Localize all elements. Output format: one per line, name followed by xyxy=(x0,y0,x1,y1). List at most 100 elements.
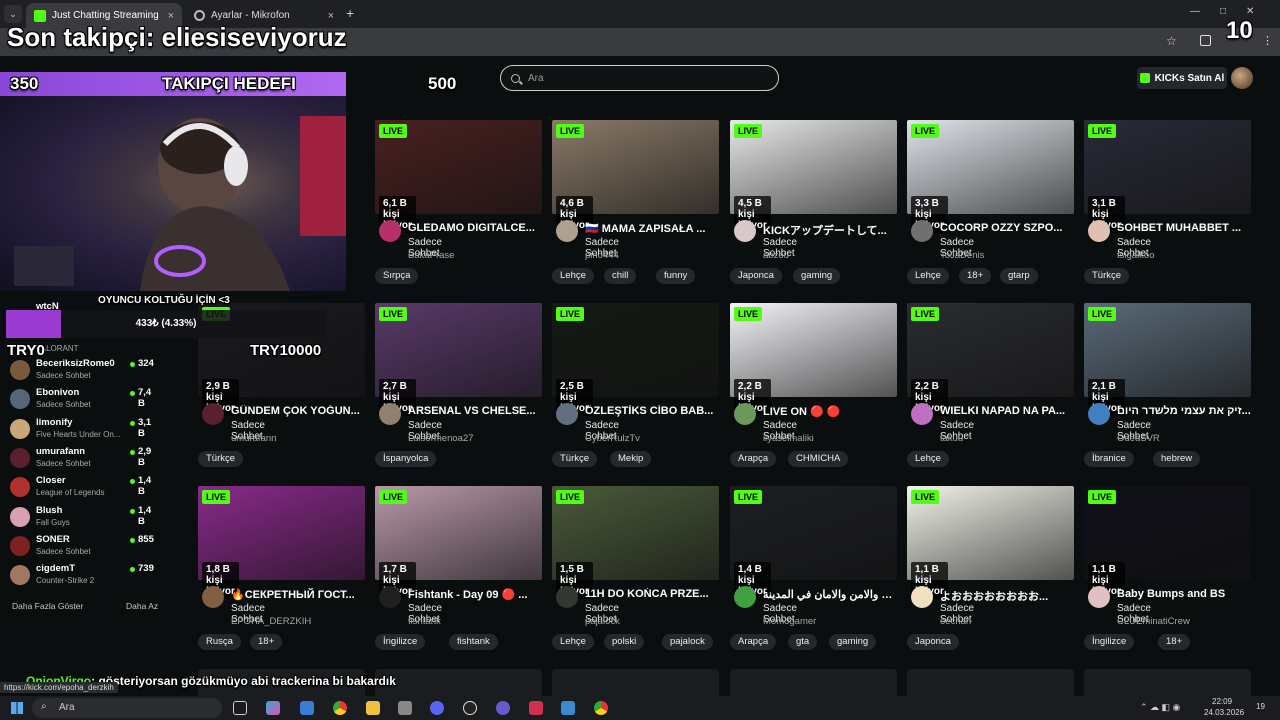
stream-tag[interactable]: Lehçe xyxy=(907,451,949,467)
channel-avatar[interactable] xyxy=(734,586,756,608)
channel-name[interactable]: ilyaselmaliki xyxy=(763,433,814,444)
explorer-icon[interactable] xyxy=(366,701,380,715)
stream-title[interactable]: WIELKI NAPAD NA PA... xyxy=(940,405,1075,417)
chrome-icon[interactable] xyxy=(333,701,347,715)
stream-title[interactable]: זיק את עצמי מלשדר היום... xyxy=(1117,405,1252,417)
channel-avatar[interactable] xyxy=(1088,403,1110,425)
stream-tag[interactable]: hebrew xyxy=(1153,451,1201,467)
stream-tag[interactable]: Lehçe xyxy=(552,634,594,650)
sidebar-channel[interactable]: Ebonivon Sadece Sohbet 7,4 B xyxy=(10,387,160,413)
sidebar-channel[interactable]: BeceriksizRome0 Sadece Sohbet 324 xyxy=(10,358,160,384)
channel-name[interactable]: pirlo444 xyxy=(585,250,619,261)
copilot-icon[interactable] xyxy=(266,701,280,715)
stream-title[interactable]: GLEDAMO DIGITALCE... xyxy=(408,222,543,234)
channel-avatar[interactable] xyxy=(734,403,756,425)
chrome-icon[interactable] xyxy=(594,701,608,715)
stream-tag[interactable]: Arapça xyxy=(730,451,777,467)
stream-title[interactable]: 11H DO KOŃCA PRZE... xyxy=(585,588,720,600)
stream-title[interactable]: ÖZLEŞTİKS CİBO BAB... xyxy=(585,405,720,417)
stream-tag[interactable]: 18+ xyxy=(959,268,992,284)
channel-name[interactable]: CLUEminatiCrew xyxy=(1117,616,1190,627)
channel-avatar[interactable] xyxy=(1088,220,1110,242)
stream-tag[interactable]: 18+ xyxy=(1158,634,1191,650)
extensions-icon[interactable] xyxy=(1200,35,1211,46)
stream-title[interactable]: COCORP OZZY SZPO... xyxy=(940,222,1075,234)
tab-close-icon[interactable]: × xyxy=(328,10,334,22)
channel-name[interactable]: tsigalkoo xyxy=(1117,250,1155,261)
channel-name[interactable]: OdedSVR xyxy=(1117,433,1160,444)
stream-tag[interactable]: gtarp xyxy=(1000,268,1038,284)
search-input[interactable]: Ara xyxy=(500,65,779,91)
channel-name[interactable]: EPOHA_DERZKIH xyxy=(231,616,311,627)
menu-icon[interactable]: ⋮ xyxy=(1262,34,1273,47)
stream-title[interactable]: よおおおおおおおお... xyxy=(940,588,1075,604)
channel-name[interactable]: BakaPrase xyxy=(408,250,454,261)
sidebar-channel[interactable]: Blush Fall Guys 1,4 B xyxy=(10,505,160,531)
stream-tag[interactable]: chill xyxy=(604,268,637,284)
tray-icons[interactable]: ⌃ ☁ ◧ ◉ xyxy=(1140,702,1180,713)
star-icon[interactable]: ☆ xyxy=(1166,34,1177,48)
task-view-icon[interactable] xyxy=(233,701,247,715)
obs-icon[interactable] xyxy=(463,701,477,715)
channel-name[interactable]: abzou xyxy=(763,250,789,261)
new-tab-button[interactable]: + xyxy=(346,5,354,21)
channel-avatar[interactable] xyxy=(911,586,933,608)
channel-avatar[interactable] xyxy=(556,220,578,242)
channel-name[interactable]: ToJaDenis xyxy=(940,250,984,261)
sidebar-channel[interactable]: limonify Five Hearts Under On... 3,1 B xyxy=(10,417,160,443)
sidebar-channel[interactable]: umurafann Sadece Sohbet 2,9 B xyxy=(10,446,160,472)
stream-tag[interactable]: CHMICHA xyxy=(788,451,849,467)
app-icon[interactable] xyxy=(398,701,412,715)
channel-avatar[interactable] xyxy=(202,586,224,608)
sidebar-channel[interactable]: cigdemT Counter-Strike 2 739 xyxy=(10,563,160,589)
stream-title[interactable]: GÜNDEM ÇOK YOĞUN... xyxy=(231,405,366,417)
taskbar-search[interactable]: ⌕ Ara xyxy=(32,698,222,718)
tab-search-button[interactable]: ⌄ xyxy=(4,5,22,23)
buy-kicks-button[interactable]: KICKs Satın Al xyxy=(1137,67,1227,89)
stream-title[interactable]: Baby Bumps and BS xyxy=(1117,588,1252,600)
stream-title[interactable]: ARSENAL VS CHELSE... xyxy=(408,405,543,417)
stream-title[interactable]: Fishtank - Day 09 🔴 ... xyxy=(408,588,543,601)
sidebar-channel[interactable]: Closer League of Legends 1,4 B xyxy=(10,475,160,501)
stream-tag[interactable]: 18+ xyxy=(250,634,283,650)
app-icon[interactable] xyxy=(561,701,575,715)
user-avatar[interactable] xyxy=(1231,67,1253,89)
stream-tag[interactable]: Lehçe xyxy=(552,268,594,284)
stream-tag[interactable]: Japonca xyxy=(730,268,782,284)
channel-avatar[interactable] xyxy=(379,220,401,242)
channel-avatar[interactable] xyxy=(911,220,933,242)
clock-time[interactable]: 22:09 xyxy=(1212,697,1232,706)
stream-tag[interactable]: Türkçe xyxy=(552,451,598,467)
stream-tag[interactable]: Rusça xyxy=(198,634,241,650)
channel-name[interactable]: takuu xyxy=(940,433,963,444)
stream-tag[interactable]: funny xyxy=(656,268,696,284)
stream-tag[interactable]: polski xyxy=(604,634,645,650)
start-icon[interactable] xyxy=(11,702,23,714)
stream-tag[interactable]: İspanyolca xyxy=(375,451,437,467)
channel-avatar[interactable] xyxy=(1088,586,1110,608)
app-icon[interactable] xyxy=(496,701,510,715)
stream-tag[interactable]: Türkçe xyxy=(198,451,244,467)
notification-badge[interactable]: 19 xyxy=(1256,702,1265,711)
channel-avatar[interactable] xyxy=(379,403,401,425)
stream-title[interactable]: KICKアップデートして... xyxy=(763,222,898,238)
channel-name[interactable]: pajalock xyxy=(585,616,620,627)
stream-tag[interactable]: fishtank xyxy=(449,634,498,650)
stream-title[interactable]: SOHBET MUHABBET ... xyxy=(1117,222,1252,234)
sidebar-channel[interactable]: SONER Sadece Sohbet 855 xyxy=(10,534,160,560)
channel-name[interactable]: fishtank xyxy=(408,616,441,627)
channel-name[interactable]: Momogamer xyxy=(763,616,816,627)
channel-name[interactable]: umurafann xyxy=(231,433,276,444)
stream-tag[interactable]: Arapça xyxy=(730,634,777,650)
stream-title[interactable]: 🇷🇺 MAMA ZAPISAŁA ... xyxy=(585,222,720,235)
stream-tag[interactable]: gaming xyxy=(793,268,841,284)
stream-tag[interactable]: Japonca xyxy=(907,634,959,650)
stream-tag[interactable]: İngilizce xyxy=(375,634,426,650)
stream-tag[interactable]: gta xyxy=(788,634,818,650)
stream-title[interactable]: مومو والامن والامان في المدينة... xyxy=(763,588,898,601)
discord-icon[interactable] xyxy=(430,701,444,715)
store-icon[interactable] xyxy=(300,701,314,715)
channel-avatar[interactable] xyxy=(379,586,401,608)
stream-tag[interactable]: Türkçe xyxy=(1084,268,1130,284)
channel-name[interactable]: oechan xyxy=(940,616,971,627)
